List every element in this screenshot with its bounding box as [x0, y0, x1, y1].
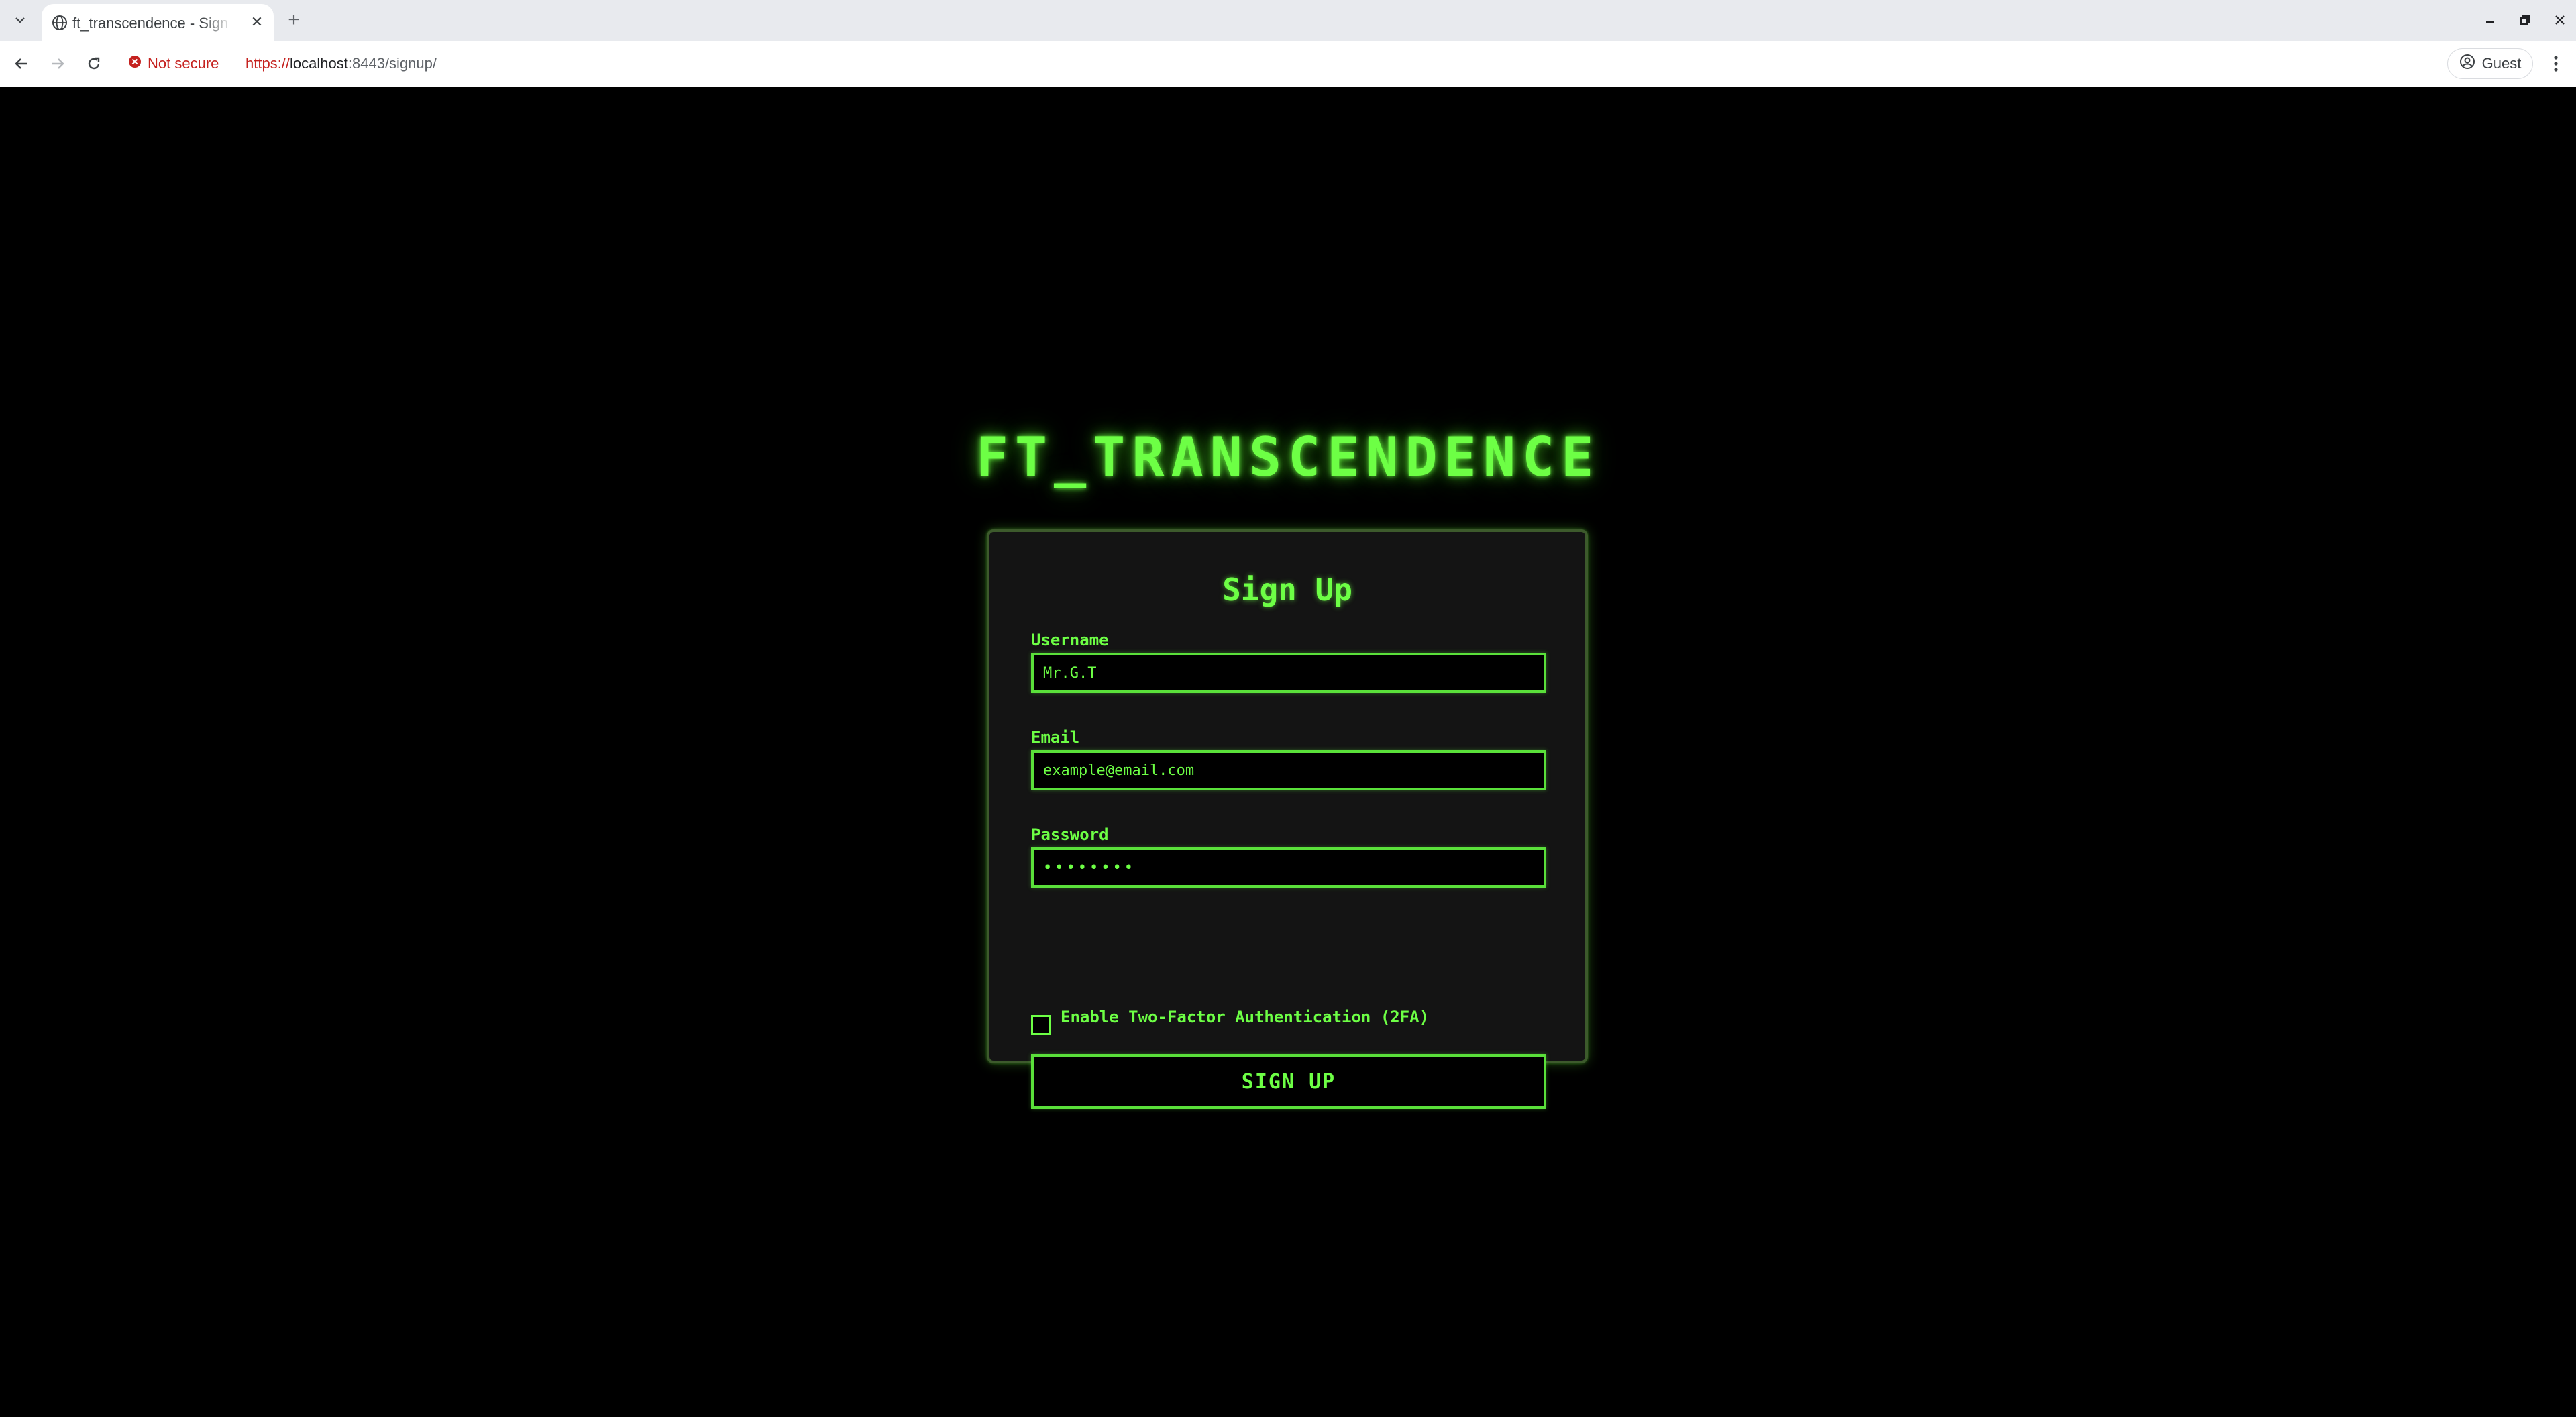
- minimize-icon[interactable]: [2477, 7, 2504, 34]
- url-path: :8443/signup/: [347, 55, 437, 72]
- back-arrow-icon[interactable]: [7, 49, 36, 78]
- address-bar[interactable]: https://localhost:8443/signup/: [246, 51, 437, 76]
- email-label: Email: [1031, 728, 1080, 747]
- site-title: FT_TRANSCENDENCE: [975, 426, 1601, 488]
- tab-search-chevron-icon[interactable]: [8, 8, 32, 32]
- reload-icon[interactable]: [79, 49, 109, 78]
- forward-arrow-icon[interactable]: [43, 49, 72, 78]
- tab-close-icon[interactable]: ✕: [247, 12, 267, 32]
- twofa-checkbox[interactable]: [1031, 1015, 1051, 1035]
- email-input[interactable]: [1031, 750, 1546, 790]
- signup-button[interactable]: SIGN UP: [1031, 1054, 1546, 1109]
- globe-icon: [51, 14, 68, 32]
- tab-strip: ft_transcendence - Sign Up ✕ +: [0, 0, 2576, 41]
- profile-button[interactable]: Guest: [2447, 48, 2533, 79]
- security-label: Not secure: [148, 55, 219, 72]
- tab-title: ft_transcendence - Sign Up: [72, 15, 233, 32]
- password-input[interactable]: [1031, 847, 1546, 888]
- profile-label: Guest: [2481, 55, 2522, 72]
- signup-card: Sign Up Username Email Password Enable T…: [987, 529, 1588, 1109]
- new-tab-plus-icon[interactable]: +: [282, 8, 306, 32]
- page-viewport: FT_TRANSCENDENCE Sign Up Username Email …: [0, 88, 2576, 1417]
- password-label: Password: [1031, 825, 1109, 844]
- url-scheme: https://: [246, 55, 290, 72]
- url-host: localhost: [290, 55, 348, 72]
- window-close-icon[interactable]: [2546, 7, 2573, 34]
- restore-icon[interactable]: [2512, 7, 2538, 34]
- account-icon: [2459, 54, 2475, 74]
- twofa-label: Enable Two-Factor Authentication (2FA): [1061, 1008, 1430, 1027]
- more-vertical-icon[interactable]: [2541, 49, 2571, 78]
- form-heading: Sign Up: [1222, 572, 1352, 608]
- username-label: Username: [1031, 631, 1109, 649]
- browser-toolbar: Not secure https://localhost:8443/signup…: [0, 41, 2576, 87]
- active-tab[interactable]: ft_transcendence - Sign Up ✕: [42, 4, 274, 41]
- warning-icon: [127, 54, 142, 73]
- username-input[interactable]: [1031, 653, 1546, 693]
- security-indicator[interactable]: Not secure: [127, 51, 219, 76]
